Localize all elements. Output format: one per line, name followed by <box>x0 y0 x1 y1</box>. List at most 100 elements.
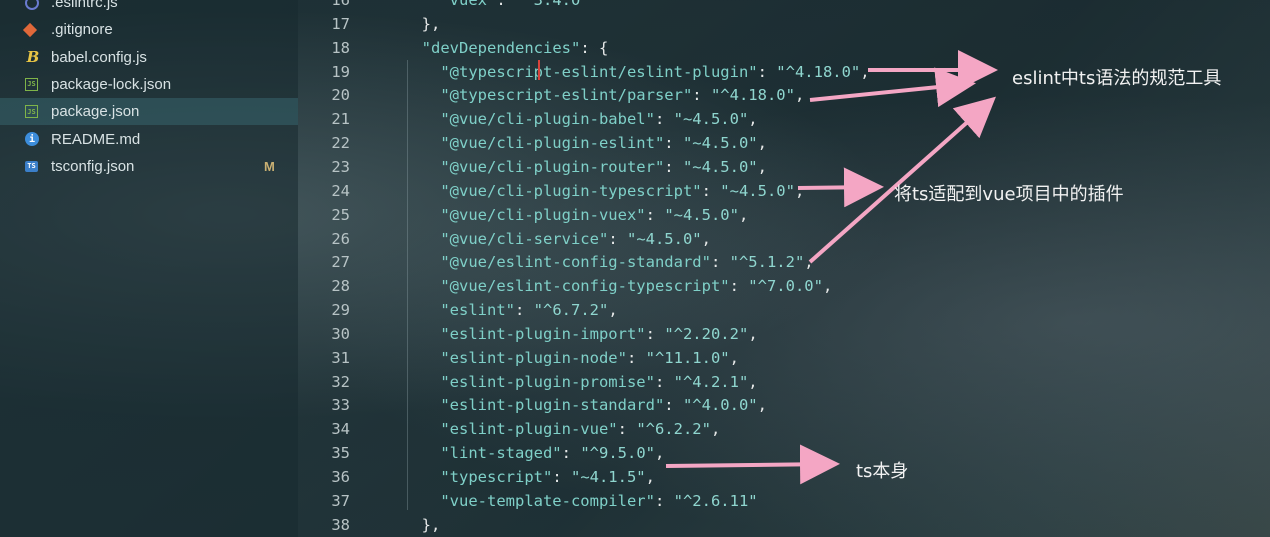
code-line: 31 "eslint-plugin-node": "^11.1.0", <box>298 346 1270 370</box>
punctuation: : <box>645 205 665 224</box>
punctuation: : <box>710 253 730 272</box>
json-value: "^2.6.11" <box>673 491 758 510</box>
punctuation: , <box>608 301 618 320</box>
eslint-icon <box>25 0 39 10</box>
json-value: "^7.0.0" <box>748 277 823 296</box>
punctuation: , <box>757 157 767 176</box>
punctuation <box>403 0 440 9</box>
punctuation: , <box>654 444 665 463</box>
file-item[interactable]: i README.md <box>0 126 298 153</box>
punctuation: : <box>552 468 571 486</box>
file-name: README.md <box>51 130 141 148</box>
punctuation: : <box>701 181 721 200</box>
file-item[interactable]: JS package.json <box>0 98 298 126</box>
punctuation: : <box>654 110 674 129</box>
code-text: "@vue/cli-plugin-vuex": "~4.5.0", <box>403 203 748 227</box>
json-key: "vuex" <box>440 0 497 9</box>
file-item[interactable]: TS tsconfig.json M <box>0 153 298 180</box>
punctuation: : <box>645 324 665 343</box>
json-key: "@typescript-eslint/parser" <box>440 86 693 105</box>
file-item[interactable]: .eslintrc.js <box>0 0 298 16</box>
code-line: 36 "typescript": "~4.1.5", <box>298 465 1270 489</box>
punctuation: , <box>822 277 833 296</box>
json-key: "typescript" <box>440 468 553 486</box>
json-value: "^2.20.2" <box>664 324 749 343</box>
file-name: tsconfig.json <box>51 157 135 175</box>
code-line: 29 "eslint": "^6.7.2", <box>298 298 1270 322</box>
punctuation: , <box>748 372 758 391</box>
json-key: "eslint-plugin-standard" <box>440 396 665 415</box>
annotation-eslint: eslint中ts语法的规范工具 <box>1012 68 1222 89</box>
json-key: "@vue/cli-plugin-router" <box>440 157 665 176</box>
json-value: "^4.18.0" <box>710 86 795 105</box>
code-line: 25 "@vue/cli-plugin-vuex": "~4.5.0", <box>298 203 1270 227</box>
punctuation: : { <box>580 38 609 57</box>
json-value: "^5.1.2" <box>729 253 805 272</box>
json-key: "vue-template-compiler" <box>440 491 655 510</box>
file-item[interactable]: Bbabel.config.js <box>0 44 298 71</box>
json-value: "~4.5.0" <box>626 229 702 248</box>
line-number: 16 <box>331 0 350 9</box>
punctuation <box>403 301 440 319</box>
json-key: "eslint-plugin-node" <box>440 348 627 367</box>
line-number: 36 <box>331 468 350 486</box>
code-text: "eslint": "^6.7.2", <box>403 298 618 322</box>
babel-icon: B <box>26 48 40 67</box>
json-value: "~4.5.0" <box>664 205 739 224</box>
json-key: "eslint-plugin-promise" <box>440 372 655 391</box>
punctuation <box>403 253 440 271</box>
code-line: 26 "@vue/cli-service": "~4.5.0", <box>298 227 1270 251</box>
code-line: 32 "eslint-plugin-promise": "^4.2.1", <box>298 370 1270 394</box>
punctuation: : <box>729 277 749 296</box>
punctuation: : <box>617 420 637 439</box>
json-key: "@vue/cli-plugin-typescript" <box>440 181 702 200</box>
punctuation: , <box>710 420 721 439</box>
json-value: "~4.5.0" <box>682 134 758 153</box>
punctuation <box>403 396 440 414</box>
punctuation: : <box>664 396 683 415</box>
punctuation: , <box>701 229 711 248</box>
code-text: "@vue/cli-plugin-typescript": "~4.5.0", <box>403 179 804 203</box>
line-number: 28 <box>331 277 350 296</box>
json-value: "~4.5.0" <box>682 157 758 176</box>
punctuation <box>403 86 440 104</box>
line-number: 20 <box>331 86 350 105</box>
json-value: "^4.18.0" <box>776 62 861 81</box>
info-icon: i <box>25 132 39 146</box>
file-name: package.json <box>51 103 140 121</box>
code-line: 17 }, <box>298 12 1270 36</box>
line-number: 25 <box>331 205 350 224</box>
json-key: "eslint-plugin-import" <box>440 324 646 343</box>
line-number: 30 <box>331 324 350 343</box>
punctuation: : <box>496 0 515 9</box>
json-key: "@vue/cli-plugin-babel" <box>440 110 655 129</box>
json-key: "devDependencies" <box>421 38 581 57</box>
code-line: 16 "vuex": "^3.4.0" <box>298 0 1270 12</box>
punctuation <box>403 420 440 438</box>
punctuation: }, <box>403 515 441 534</box>
file-item[interactable]: JS package-lock.json <box>0 71 298 98</box>
code-text: "@vue/eslint-config-standard": "^5.1.2", <box>403 250 813 274</box>
punctuation <box>403 444 440 462</box>
line-number: 18 <box>331 38 350 57</box>
annotation-typescript: ts本身 <box>856 461 909 482</box>
punctuation: : <box>626 348 646 367</box>
code-line: 28 "@vue/eslint-config-typescript": "^7.… <box>298 274 1270 298</box>
json-key: "eslint-plugin-vue" <box>440 420 618 439</box>
json-key: "@vue/cli-plugin-eslint" <box>440 134 665 153</box>
json-key: "@typescript-eslint/eslint-plugin" <box>440 62 758 81</box>
code-text: "@vue/cli-service": "~4.5.0", <box>403 227 711 251</box>
code-line: 24 "@vue/cli-plugin-typescript": "~4.5.0… <box>298 179 1270 203</box>
punctuation: , <box>794 181 805 200</box>
line-number: 27 <box>331 253 350 272</box>
code-text: "eslint-plugin-promise": "^4.2.1", <box>403 370 758 394</box>
punctuation <box>403 325 440 343</box>
line-number: 34 <box>331 420 350 439</box>
punctuation: , <box>645 468 655 486</box>
code-line: 35 "lint-staged": "^9.5.0", <box>298 441 1270 465</box>
punctuation <box>403 206 440 224</box>
file-item[interactable]: .gitignore <box>0 16 298 43</box>
json-key: "lint-staged" <box>440 444 562 463</box>
git-status-badge: M <box>264 158 275 174</box>
code-text: "@typescript-eslint/eslint-plugin": "^4.… <box>403 60 869 84</box>
